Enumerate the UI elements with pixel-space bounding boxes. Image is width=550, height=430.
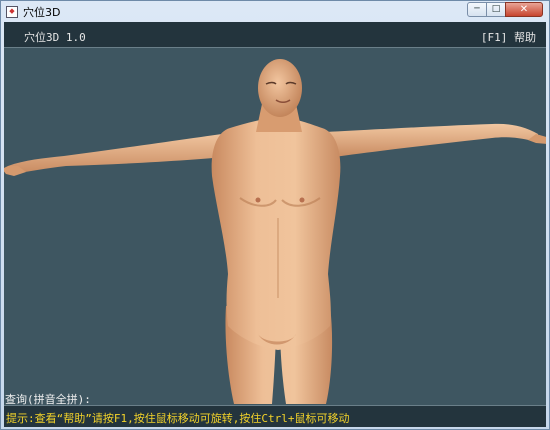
head [258, 59, 302, 117]
left-nipple [299, 197, 305, 203]
status-tip-text: 提示:查看“帮助”请按F1,按住鼠标移动可旋转,按住Ctrl+鼠标可移动 [6, 412, 350, 425]
close-button[interactable]: ✕ [505, 2, 543, 17]
window-title: 穴位3D [23, 5, 61, 19]
3d-viewport[interactable]: 穴位3D 1.0 [F1] 帮助 查询(拼音全拼):_ 提示:查看“帮助”请按F… [4, 22, 546, 427]
app-icon: ◆ [6, 5, 18, 18]
status-tip: 提示:查看“帮助”请按F1,按住鼠标移动可旋转,按住Ctrl+鼠标可移动 [4, 405, 546, 427]
help-shortcut[interactable]: [F1] 帮助 [481, 29, 536, 45]
right-nipple [255, 197, 261, 203]
torso [211, 118, 341, 350]
window-controls: ─ □ ✕ [467, 2, 543, 17]
app-name-label: 穴位3D 1.0 [24, 31, 86, 44]
minimize-button[interactable]: ─ [467, 2, 487, 17]
left-arm [326, 123, 538, 158]
header-bar: 穴位3D 1.0 [F1] 帮助 [4, 22, 546, 48]
title-bar[interactable]: ◆ 穴位3D ─ □ ✕ [1, 1, 549, 22]
app-window: ◆ 穴位3D ─ □ ✕ 穴位3D 1.0 [F1] 帮助 查询(拼音全拼):_… [0, 0, 550, 430]
maximize-button[interactable]: □ [486, 2, 506, 17]
human-body-model[interactable] [4, 48, 546, 404]
right-arm [8, 132, 236, 174]
